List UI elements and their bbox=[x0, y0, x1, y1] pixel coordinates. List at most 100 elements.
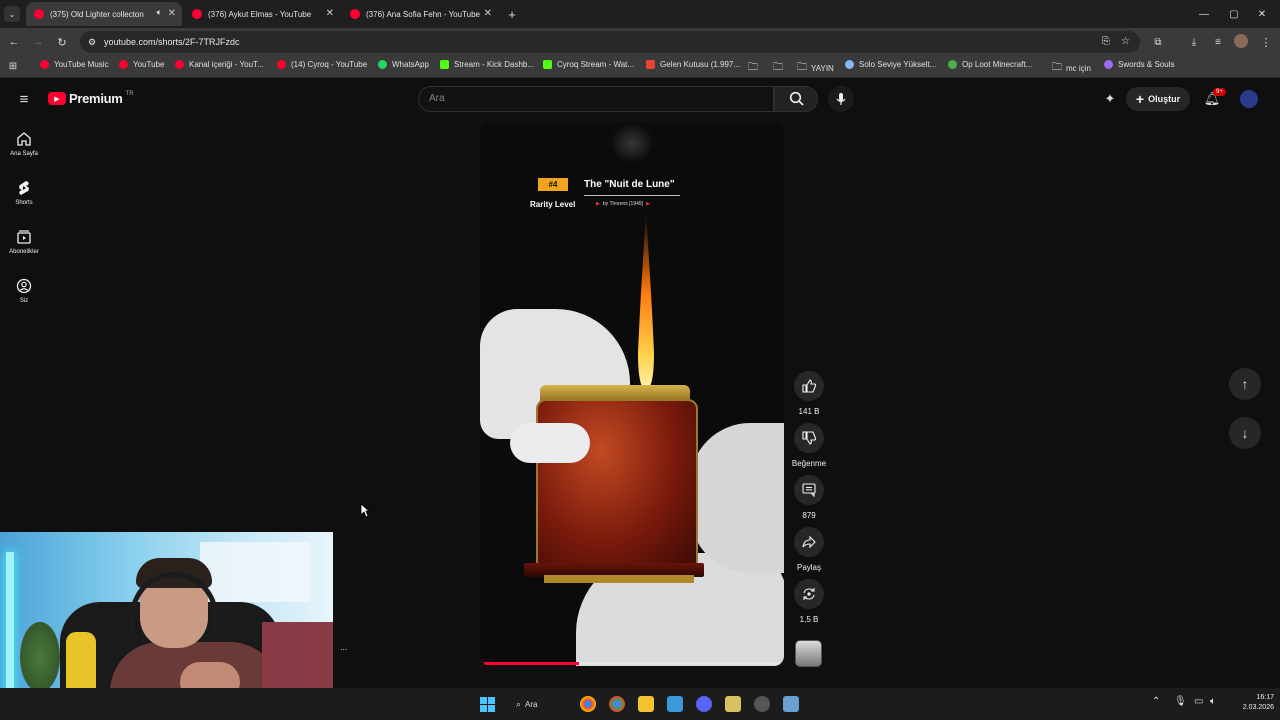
comments-button[interactable]: 879 bbox=[792, 475, 826, 520]
volume-icon[interactable]: 🔈︎ bbox=[1210, 696, 1216, 707]
microphone-icon[interactable]: 🎙︎ bbox=[1174, 696, 1187, 707]
install-app-icon[interactable]: ⎘ bbox=[1102, 31, 1110, 53]
bookmark-folder[interactable]: 🗀︎ mc için bbox=[1052, 60, 1091, 77]
discord-icon[interactable] bbox=[696, 696, 712, 712]
tab-strip: ⌄ (375) Old Lighter collecton 🔈︎ ✕ (376)… bbox=[0, 0, 1280, 28]
bookmark-item[interactable]: (14) Cyroq - YouTube bbox=[277, 60, 367, 69]
shorts-video-player[interactable]: #4 The "Nuit de Lune" Rarity Level ▶ by … bbox=[480, 123, 784, 666]
tab-active[interactable]: (375) Old Lighter collecton 🔈︎ ✕ bbox=[26, 2, 182, 26]
bookmark-item[interactable]: YouTube Music bbox=[40, 60, 109, 69]
voice-search-button[interactable] bbox=[828, 86, 854, 112]
downloads-icon[interactable]: ⤓ bbox=[1186, 34, 1202, 50]
gemini-sparkle-icon[interactable]: ✦ bbox=[1102, 91, 1118, 107]
back-icon[interactable]: ← bbox=[6, 34, 22, 50]
profile-avatar[interactable] bbox=[1234, 34, 1248, 48]
swords-souls-icon bbox=[1104, 60, 1113, 69]
country-code: TR bbox=[125, 90, 134, 97]
forward-icon[interactable]: → bbox=[30, 34, 46, 50]
tab-list-chevron-icon[interactable]: ⌄ bbox=[4, 6, 20, 22]
app-icon[interactable] bbox=[725, 696, 741, 712]
tab-close-icon[interactable]: ✕ bbox=[484, 8, 492, 19]
bookmark-folder[interactable]: 🗀︎ bbox=[748, 60, 758, 77]
chrome-icon[interactable] bbox=[609, 696, 625, 712]
subscriptions-icon bbox=[17, 230, 31, 244]
windows-start-icon[interactable] bbox=[480, 697, 495, 712]
network-icon[interactable]: ▭ bbox=[1194, 696, 1203, 707]
bookmark-folder[interactable]: 🗀︎ bbox=[773, 60, 787, 77]
maximize-icon[interactable]: ▢ bbox=[1226, 6, 1242, 22]
search-icon bbox=[789, 91, 804, 106]
extensions-icon[interactable]: ⧉ bbox=[1150, 34, 1166, 50]
youtube-icon bbox=[277, 60, 286, 69]
kick-icon bbox=[440, 60, 449, 69]
tab[interactable]: (376) Aykut Elmas - YouTube ✕ bbox=[184, 2, 340, 26]
video-byline: ▶ by Thorens [1949] ▶ bbox=[596, 201, 650, 207]
sidebar-item-shorts[interactable]: Shorts bbox=[0, 180, 48, 206]
youtube-logo[interactable]: ▶ Premium TR bbox=[48, 91, 134, 106]
tab[interactable]: (376) Ana Sofia Fehn - YouTube ✕ bbox=[342, 2, 498, 26]
tab-audio-icon[interactable]: 🔈︎ bbox=[157, 7, 162, 18]
reading-list-icon[interactable]: ≡ bbox=[1210, 34, 1226, 50]
search-input[interactable]: Ara bbox=[418, 86, 774, 112]
bookmarks-bar: ⊞ YouTube Music YouTube Kanal içeriği - … bbox=[0, 56, 1280, 78]
bookmark-item[interactable]: YouTube bbox=[119, 60, 164, 69]
bookmark-item[interactable]: Swords & Souls bbox=[1104, 60, 1174, 69]
tray-chevron-icon[interactable]: ⌃ bbox=[1152, 696, 1160, 707]
overlay-ellipsis: ... bbox=[340, 642, 348, 652]
folder-icon: 🗀︎ bbox=[1052, 62, 1062, 73]
bookmark-item[interactable]: Gelen Kutusu (1.997... bbox=[646, 60, 740, 69]
account-avatar[interactable] bbox=[1240, 90, 1258, 108]
bookmark-item[interactable]: Cyroq Stream - Wat... bbox=[543, 60, 634, 69]
video-progress-track[interactable] bbox=[484, 662, 780, 665]
file-explorer-icon[interactable] bbox=[638, 696, 654, 712]
sidebar-item-subscriptions[interactable]: Abonelikler bbox=[0, 229, 48, 255]
site-info-icon[interactable]: ⚙︎ bbox=[88, 31, 96, 53]
tab-close-icon[interactable]: ✕ bbox=[168, 8, 176, 19]
settings-app-icon[interactable] bbox=[783, 696, 799, 712]
account-icon bbox=[16, 278, 32, 294]
taskbar-search[interactable]: ⌕ Ara bbox=[516, 696, 566, 712]
bookmark-folder[interactable]: 🗀︎ YAYIN bbox=[797, 60, 834, 77]
monitor-app-icon[interactable] bbox=[667, 696, 683, 712]
create-button[interactable]: + Oluştur bbox=[1126, 87, 1190, 111]
bookmark-item[interactable]: WhatsApp bbox=[378, 60, 429, 69]
bookmark-item[interactable]: Stream - Kick Dashb... bbox=[440, 60, 534, 69]
url-text: youtube.com/shorts/2F-7TRJFzdc bbox=[104, 37, 240, 47]
lighter-base-edge bbox=[544, 575, 694, 583]
previous-short-button[interactable]: ↑ bbox=[1229, 368, 1261, 400]
share-button[interactable]: Paylaş bbox=[792, 527, 826, 572]
new-tab-button[interactable]: + bbox=[504, 6, 520, 22]
folder-icon: 🗀︎ bbox=[797, 62, 807, 73]
remix-button[interactable]: 1,5 B bbox=[792, 579, 826, 624]
like-button[interactable]: 141 B bbox=[792, 371, 826, 416]
sidebar-item-home[interactable]: Ana Sayfa bbox=[0, 131, 48, 157]
thumbs-up-icon bbox=[802, 379, 816, 393]
bookmark-item[interactable]: Op Loot Minecraft... bbox=[948, 60, 1032, 69]
sidebar-item-you[interactable]: Siz bbox=[0, 278, 48, 304]
next-short-button[interactable]: ↓ bbox=[1229, 417, 1261, 449]
close-window-icon[interactable]: ✕ bbox=[1254, 6, 1270, 22]
bookmark-item[interactable]: Kanal içeriği - YouT... bbox=[175, 60, 264, 69]
dislike-button[interactable]: Beğenme bbox=[788, 423, 830, 468]
bookmark-star-icon[interactable]: ☆ bbox=[1121, 31, 1130, 53]
minimize-icon[interactable]: — bbox=[1196, 6, 1212, 22]
chrome-canary-icon[interactable] bbox=[580, 696, 596, 712]
search-button[interactable] bbox=[774, 86, 818, 112]
like-count: 141 B bbox=[798, 407, 820, 416]
apps-grid-icon[interactable]: ⊞ bbox=[6, 59, 20, 73]
browser-menu-icon[interactable]: ⋮ bbox=[1258, 34, 1274, 50]
tab-close-icon[interactable]: ✕ bbox=[326, 8, 334, 19]
play-badge-icon: ▶ bbox=[596, 201, 600, 207]
bookmark-label: Cyroq Stream - Wat... bbox=[557, 60, 635, 69]
bookmark-item[interactable]: Solo Seviye Yükselt... bbox=[845, 60, 936, 69]
reload-icon[interactable]: ↻ bbox=[54, 34, 70, 50]
youtube-favicon-icon bbox=[192, 9, 202, 19]
url-field[interactable]: ⚙︎ youtube.com/shorts/2F-7TRJFzdc ⎘ ☆ bbox=[80, 31, 1140, 53]
hamburger-menu-icon[interactable]: ≡ bbox=[14, 89, 34, 109]
sound-thumbnail[interactable] bbox=[795, 640, 822, 667]
microphone-icon bbox=[836, 93, 846, 105]
steam-icon[interactable] bbox=[754, 696, 770, 712]
system-clock[interactable]: 16:17 2.03.2026 bbox=[1228, 693, 1274, 713]
tab-title: (376) Aykut Elmas - YouTube bbox=[208, 9, 312, 19]
solo-leveling-icon bbox=[845, 60, 854, 69]
